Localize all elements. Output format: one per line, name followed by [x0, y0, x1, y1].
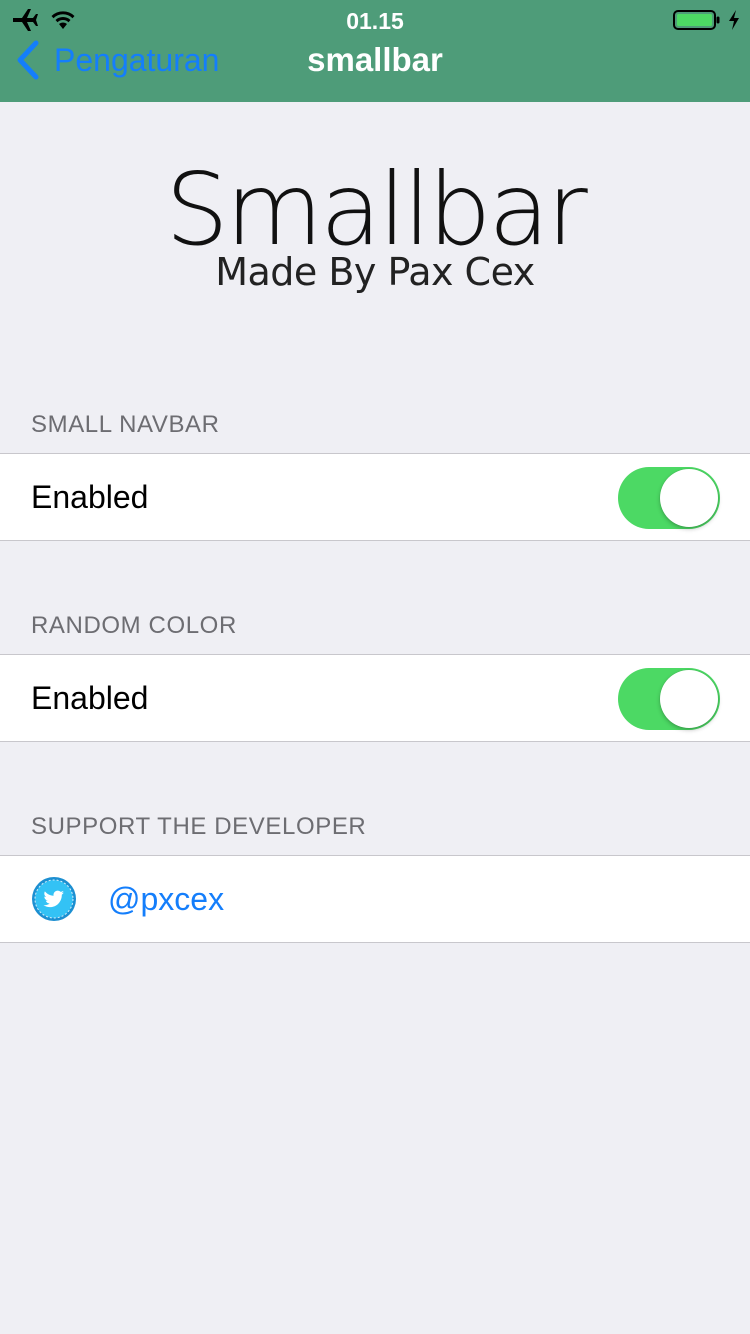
battery-icon [673, 10, 720, 30]
switch-knob [660, 469, 718, 527]
section-header-random-color: RANDOM COLOR [31, 612, 237, 639]
tweak-title: Smallbar [165, 151, 588, 268]
twitter-handle-link[interactable]: @pxcex [108, 856, 224, 942]
navigation-bar: Pengaturan smallbar [0, 40, 750, 102]
switch-knob [660, 670, 718, 728]
status-time: 01.15 [346, 8, 404, 34]
random-color-switch[interactable] [618, 668, 720, 730]
tweak-header: Smallbar Made By Pax Cex [0, 151, 750, 294]
twitter-icon [32, 877, 76, 921]
section-header-small-navbar: SMALL NAVBAR [31, 411, 220, 438]
page-title: smallbar [307, 41, 443, 78]
twitter-cell[interactable]: @pxcex [0, 855, 750, 943]
small-navbar-switch[interactable] [618, 467, 720, 529]
top-bar: 01.15 Pengaturan smallbar [0, 0, 750, 102]
tweak-subtitle: Made By Pax Cex [215, 250, 535, 294]
small-navbar-cell: Enabled [0, 453, 750, 541]
random-color-label: Enabled [31, 680, 149, 716]
random-color-cell: Enabled [0, 654, 750, 742]
small-navbar-label: Enabled [31, 479, 149, 515]
section-header-support: SUPPORT THE DEVELOPER [31, 813, 367, 840]
charging-icon [729, 10, 739, 30]
status-bar: 01.15 [0, 0, 750, 40]
